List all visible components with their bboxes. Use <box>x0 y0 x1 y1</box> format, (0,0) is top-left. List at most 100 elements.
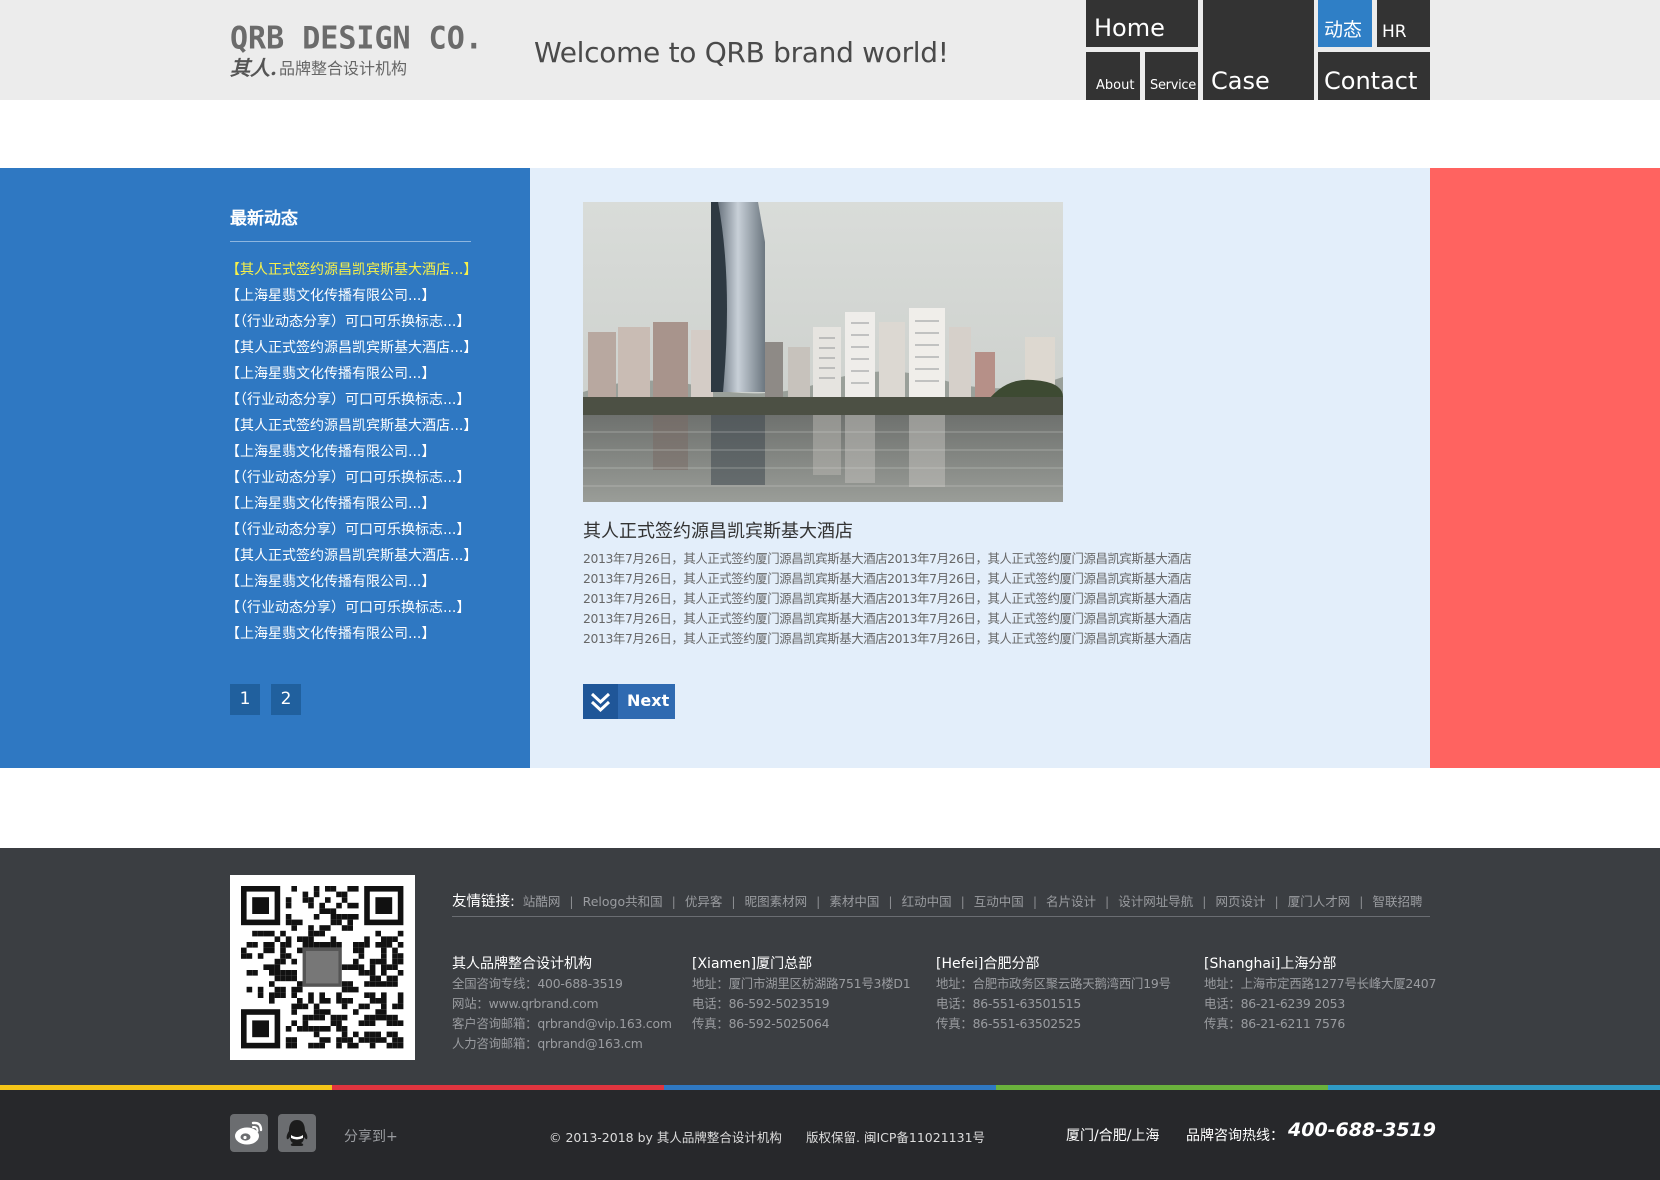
office-hefei: [Hefei]合肥分部地址：合肥市政务区聚云路天鹅湾西门19号 电话：86-551… <box>936 954 1171 1034</box>
friend-link[interactable]: 网页设计 <box>1216 894 1266 909</box>
nav-hr[interactable]: HR <box>1377 0 1430 47</box>
chevron-double-down-icon <box>583 684 618 719</box>
weibo-share-button[interactable] <box>230 1114 268 1152</box>
nav-news-label: 动态 <box>1324 19 1363 41</box>
link-separator: | <box>816 894 821 909</box>
nav-about[interactable]: About <box>1086 52 1140 100</box>
sidebar-news-item[interactable]: 【上海星翡文化传播有限公司...】 <box>226 361 476 387</box>
office-detail: 全国咨询专线：400-688-3519 <box>452 976 623 991</box>
office-detail: 电话：86-551-63501515 <box>936 996 1081 1011</box>
qq-icon <box>286 1120 308 1146</box>
header: QRB DESIGN CO. 其人. 品牌整合设计机构 Welcome to Q… <box>0 0 1660 100</box>
friend-link[interactable]: 智联招聘 <box>1372 894 1422 909</box>
hotline-number: 400-688-3519 <box>1288 1119 1436 1141</box>
office-title: [Shanghai]上海分部 <box>1204 956 1337 972</box>
link-separator: | <box>731 894 736 909</box>
friend-link[interactable]: 名片设计 <box>1046 894 1096 909</box>
link-separator: | <box>1105 894 1110 909</box>
friend-link[interactable]: 厦门人才网 <box>1288 894 1351 909</box>
friend-link[interactable]: 优异客 <box>685 894 723 909</box>
office-detail: 客户咨询邮箱：qrbrand@vip.163.com <box>452 1016 672 1031</box>
next-button-label: Next <box>627 691 670 710</box>
friend-link[interactable]: 红动中国 <box>902 894 952 909</box>
pagination-page-1[interactable]: 1 <box>230 684 260 715</box>
sidebar-news-item[interactable]: 【（行业动态分享）可口可乐换标志...】 <box>226 517 476 543</box>
office-detail: 传真：86-592-5025064 <box>692 1016 830 1031</box>
nav-news[interactable]: 动态 <box>1318 0 1372 47</box>
friend-link[interactable]: 设计网址导航 <box>1118 894 1193 909</box>
sidebar-news-item[interactable]: 【其人正式签约源昌凯宾斯基大酒店...】 <box>226 413 477 439</box>
news-list: 【其人正式签约源昌凯宾斯基大酒店...】 【上海星翡文化传播有限公司...】 【（行… <box>226 257 477 647</box>
office-detail: 人力咨询邮箱：qrbrand@163.cm <box>452 1036 643 1051</box>
sidebar-news-item[interactable]: 【其人正式签约源昌凯宾斯基大酒店...】 <box>226 257 477 283</box>
cities-text: 厦门/合肥/上海 <box>1066 1128 1160 1144</box>
friend-link[interactable]: 昵图素材网 <box>745 894 808 909</box>
sidebar-news-item[interactable]: 【上海星翡文化传播有限公司...】 <box>226 283 476 309</box>
office-xiamen: [Xiamen]厦门总部地址：厦门市湖里区枋湖路751号3楼D1 电话：86-59… <box>692 954 911 1034</box>
weibo-icon <box>235 1121 263 1145</box>
nav-hr-label: HR <box>1382 22 1407 42</box>
link-separator: | <box>960 894 965 909</box>
nav-about-label: About <box>1096 78 1135 93</box>
office-detail: 网站：www.qrbrand.com <box>452 996 599 1011</box>
nav-contact-label: Contact <box>1324 67 1418 95</box>
office-detail: 地址：上海市定西路1277号长峰大厦2407 <box>1204 976 1437 991</box>
friend-link[interactable]: 互动中国 <box>974 894 1024 909</box>
sidebar-news-item[interactable]: 【（行业动态分享）可口可乐换标志...】 <box>226 465 476 491</box>
nav-service[interactable]: Service <box>1145 52 1198 100</box>
article-photo <box>583 202 1063 502</box>
link-separator: | <box>1274 894 1279 909</box>
friend-link[interactable]: 站酷网 <box>523 894 561 909</box>
nav-case[interactable]: Case <box>1203 0 1314 100</box>
link-separator: | <box>1359 894 1364 909</box>
link-separator: | <box>1032 894 1038 909</box>
office-detail: 电话：86-592-5023519 <box>692 996 830 1011</box>
logo[interactable]: QRB DESIGN CO. 其人. 品牌整合设计机构 <box>230 20 483 86</box>
logo-mark: 其人. <box>230 56 277 80</box>
friend-link[interactable]: 素材中国 <box>829 894 879 909</box>
nav-contact[interactable]: Contact <box>1318 52 1430 100</box>
qq-share-button[interactable] <box>278 1114 316 1152</box>
office-title: [Xiamen]厦门总部 <box>692 956 813 972</box>
office-title: 其人品牌整合设计机构 <box>452 956 592 972</box>
icp-text: 版权保留. 闽ICP备11021131号 <box>806 1130 986 1145</box>
pagination-page-2[interactable]: 2 <box>271 684 301 715</box>
sidebar-news-item[interactable]: 【上海星翡文化传播有限公司...】 <box>226 491 476 517</box>
copyright-text: © 2013-2018 by 其人品牌整合设计机构 <box>549 1130 782 1145</box>
sidebar-news-item[interactable]: 【上海星翡文化传播有限公司...】 <box>226 569 476 595</box>
nav-home[interactable]: Home <box>1086 0 1198 47</box>
office-detail: 地址：合肥市政务区聚云路天鹅湾西门19号 <box>936 976 1171 991</box>
accent-panel <box>1430 168 1660 768</box>
nav-home-label: Home <box>1094 14 1165 42</box>
next-button[interactable]: Next <box>583 684 675 719</box>
article-body: 2013年7月26日，其人正式签约厦门源昌凯宾斯基大酒店2013年7月26日，其… <box>583 549 1223 649</box>
sidebar-news-item[interactable]: 【（行业动态分享）可口可乐换标志...】 <box>226 595 476 621</box>
office-title: [Hefei]合肥分部 <box>936 956 1040 972</box>
friend-link[interactable]: Relogo共和国 <box>583 894 663 909</box>
sidebar-title: 最新动态 <box>230 209 298 229</box>
hotline-label: 品牌咨询热线： <box>1186 1128 1284 1144</box>
logo-chinese: 品牌整合设计机构 <box>278 59 407 78</box>
office-detail: 传真：86-21-6211 7576 <box>1204 1016 1346 1031</box>
office-detail: 传真：86-551-63502525 <box>936 1016 1081 1031</box>
sidebar-news-item[interactable]: 【其人正式签约源昌凯宾斯基大酒店...】 <box>226 543 477 569</box>
sidebar-news-item[interactable]: 【上海星翡文化传播有限公司...】 <box>226 621 476 647</box>
link-separator: | <box>671 894 676 909</box>
link-separator: | <box>1202 894 1207 909</box>
sidebar-news-item[interactable]: 【（行业动态分享）可口可乐换标志...】 <box>226 309 476 335</box>
article-body-line: 2013年7月26日，其人正式签约厦门源昌凯宾斯基大酒店2013年7月26日，其… <box>583 591 1192 606</box>
sidebar-news-item[interactable]: 【上海星翡文化传播有限公司...】 <box>226 439 476 465</box>
office-detail: 地址：厦门市湖里区枋湖路751号3楼D1 <box>692 976 911 991</box>
welcome-text: Welcome to QRB brand world! <box>534 36 949 69</box>
sidebar-news-item[interactable]: 【其人正式签约源昌凯宾斯基大酒店...】 <box>226 335 477 361</box>
logo-english: QRB DESIGN CO. <box>230 20 483 57</box>
friend-links-label: 友情链接: <box>452 894 515 910</box>
nav-case-label: Case <box>1211 67 1270 95</box>
qr-code-icon <box>230 875 415 1060</box>
article-body-line: 2013年7月26日，其人正式签约厦门源昌凯宾斯基大酒店2013年7月26日，其… <box>583 571 1192 586</box>
sidebar-news-item[interactable]: 【（行业动态分享）可口可乐换标志...】 <box>226 387 476 413</box>
article-title[interactable]: 其人正式签约源昌凯宾斯基大酒店 <box>583 517 853 543</box>
city-skyline-image <box>583 202 1063 502</box>
share-to-button[interactable]: 分享到+ <box>344 1126 398 1146</box>
article-body-line: 2013年7月26日，其人正式签约厦门源昌凯宾斯基大酒店2013年7月26日，其… <box>583 631 1192 646</box>
